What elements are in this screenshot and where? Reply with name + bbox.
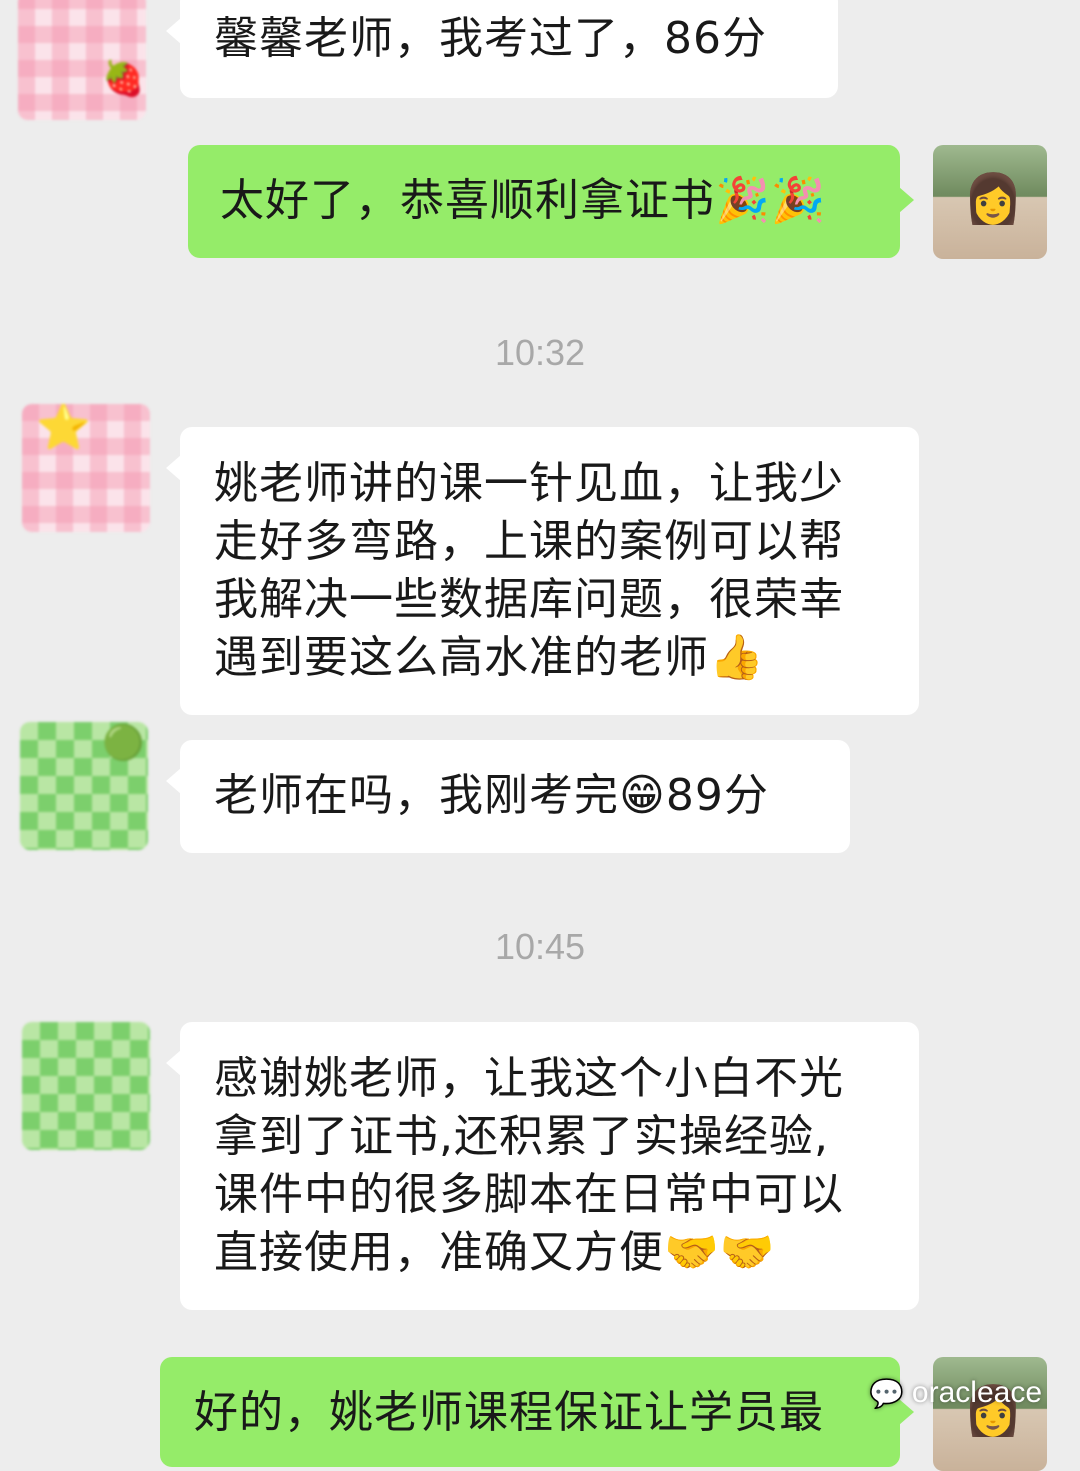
message-text: 姚老师讲的课一针见血，让我少 走好多弯路，上课的案例可以帮 我解决一些数据库问题… bbox=[214, 458, 844, 683]
strawberry-icon: 🍓 bbox=[102, 59, 145, 99]
message-bubble-incoming[interactable]: 老师在吗，我刚考完😁89分 bbox=[166, 740, 850, 853]
message-bubble-outgoing[interactable]: 好的，姚老师课程保证让学员最 bbox=[160, 1357, 914, 1467]
message-text: 太好了，恭喜顺利拿证书🎉🎉 bbox=[220, 175, 827, 226]
avatar-sender-a[interactable]: 🍓 bbox=[18, 0, 146, 120]
person-icon: 👩 bbox=[963, 171, 1023, 227]
avatar-sender-c[interactable]: 🟢 bbox=[20, 722, 148, 850]
message-bubble-incoming[interactable]: 馨馨老师，我考过了，86分 bbox=[166, 0, 838, 98]
wechat-icon: 💬 bbox=[869, 1377, 904, 1409]
avatar-self[interactable]: 👩 bbox=[933, 1357, 1047, 1471]
timestamp: 10:32 bbox=[494, 332, 586, 373]
message-bubble-incoming[interactable]: 感谢姚老师，让我这个小白不光 拿到了证书,还积累了实操经验, 课件中的很多脚本在… bbox=[166, 1022, 919, 1310]
badge-icon: 🟢 bbox=[102, 723, 145, 763]
timestamp: 10:45 bbox=[494, 926, 586, 967]
message-bubble-incoming[interactable]: 姚老师讲的课一针见血，让我少 走好多弯路，上课的案例可以帮 我解决一些数据库问题… bbox=[166, 427, 919, 715]
message-text: 好的，姚老师课程保证让学员最 bbox=[194, 1387, 824, 1438]
avatar-self[interactable]: 👩 bbox=[933, 145, 1047, 259]
watermark: 💬 oracleace bbox=[869, 1376, 1042, 1410]
watermark-text: oracleace bbox=[911, 1376, 1042, 1409]
message-text: 馨馨老师，我考过了，86分 bbox=[214, 13, 767, 64]
message-text: 感谢姚老师，让我这个小白不光 拿到了证书,还积累了实操经验, 课件中的很多脚本在… bbox=[214, 1053, 844, 1278]
avatar-sender-b[interactable]: ⭐ bbox=[22, 404, 150, 532]
avatar-sender-d[interactable] bbox=[22, 1022, 150, 1150]
message-bubble-outgoing[interactable]: 太好了，恭喜顺利拿证书🎉🎉 bbox=[188, 145, 914, 258]
message-text: 老师在吗，我刚考完😁89分 bbox=[214, 770, 769, 821]
star-icon: ⭐ bbox=[36, 404, 91, 453]
